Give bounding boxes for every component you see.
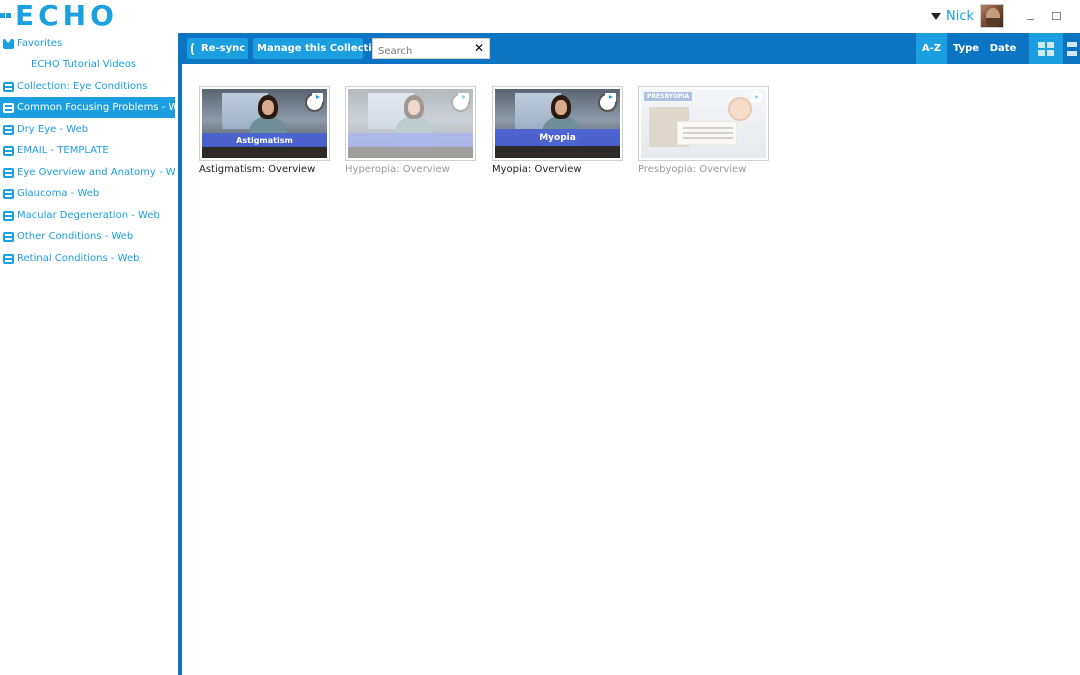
sidebar-item-label: Dry Eye - Web — [17, 124, 89, 135]
video-grid: Astigmatism Astigmatism: Overview Hypero… — [182, 64, 1080, 675]
sidebar-item-label: Macular Degeneration - Web — [17, 210, 160, 221]
folder-icon — [3, 231, 14, 242]
play-icon — [605, 93, 616, 102]
sidebar-item-dry-eye[interactable]: Dry Eye - Web — [0, 119, 175, 140]
search-box: ✕ — [372, 38, 490, 61]
avatar — [980, 4, 1004, 28]
sidebar-item-other-conditions[interactable]: Other Conditions - Web — [0, 226, 175, 247]
sort-az-label: A-Z — [921, 43, 942, 54]
resync-label: Re-sync — [201, 43, 246, 54]
resync-button[interactable]: Re-sync — [187, 38, 248, 59]
folder-icon — [3, 167, 14, 178]
sort-date[interactable]: Date — [986, 33, 1020, 64]
sidebar-item-label: ECHO Tutorial Videos — [31, 59, 137, 70]
play-icon — [751, 93, 762, 102]
thumbnail-banner: Astigmatism — [202, 133, 327, 147]
sidebar-item-favorites[interactable]: Favorites — [0, 33, 175, 54]
close-icon[interactable]: ✕ — [474, 41, 484, 55]
caret-down-icon — [930, 12, 941, 20]
echo-logo: ECHO — [0, 2, 118, 30]
sidebar-item-label: Glaucoma - Web — [17, 188, 100, 199]
video-card-hyperopia[interactable]: Hyperopia: Overview — [345, 86, 476, 175]
play-icon — [458, 93, 469, 102]
video-title: Hyperopia: Overview — [345, 164, 450, 175]
logo-text: ECHO — [15, 0, 118, 32]
list-view-icon — [1067, 41, 1077, 56]
sidebar-item-collection-eye-conditions[interactable]: Collection: Eye Conditions — [0, 76, 175, 97]
sidebar-item-email-template[interactable]: EMAIL - TEMPLATE — [0, 140, 175, 161]
sidebar-item-label: Other Conditions - Web — [17, 231, 134, 242]
maximize-icon[interactable] — [1046, 6, 1066, 26]
grid-view-button[interactable] — [1029, 33, 1063, 64]
sidebar-item-glaucoma[interactable]: Glaucoma - Web — [0, 183, 175, 204]
play-icon — [312, 93, 323, 102]
sidebar-item-macular-degeneration[interactable]: Macular Degeneration - Web — [0, 205, 175, 226]
user-area: Nick — [930, 4, 1066, 28]
toolbar: Re-sync Manage this Collection ✕ A-Z Typ… — [182, 33, 1080, 64]
grid-view-icon — [1038, 41, 1054, 56]
video-thumbnail: Astigmatism — [199, 86, 330, 161]
folder-icon — [3, 188, 14, 199]
sidebar-item-label: EMAIL - TEMPLATE — [17, 145, 109, 156]
sidebar-item-label: Eye Overview and Anatomy - Web — [17, 167, 175, 178]
refresh-icon — [191, 42, 195, 55]
thumbnail-banner — [348, 133, 473, 147]
video-thumbnail: Myopia — [492, 86, 623, 161]
sidebar-item-label: Common Focusing Problems - Web — [17, 102, 175, 113]
video-card-astigmatism[interactable]: Astigmatism Astigmatism: Overview — [199, 86, 330, 175]
folder-icon — [3, 81, 14, 92]
thumbnail-banner: Myopia — [495, 129, 620, 146]
folder-icon — [3, 102, 14, 113]
app-window: ECHO Nick Favorites ECHO Tutorial Videos… — [0, 0, 1080, 675]
sidebar-item-retinal-conditions[interactable]: Retinal Conditions - Web — [0, 248, 175, 269]
video-card-myopia[interactable]: Myopia Myopia: Overview — [492, 86, 623, 175]
sort-date-label: Date — [989, 43, 1017, 54]
manage-collection-label: Manage this Collection — [257, 43, 386, 54]
manage-collection-button[interactable]: Manage this Collection — [253, 38, 386, 59]
sidebar-item-label: Collection: Eye Conditions — [17, 81, 148, 92]
sidebar-item-common-focusing-problems[interactable]: Common Focusing Problems - Web — [0, 97, 175, 118]
user-menu[interactable]: Nick — [930, 4, 1014, 28]
video-title: Presbyopia: Overview — [638, 164, 747, 175]
folder-icon — [3, 210, 14, 221]
user-name: Nick — [945, 8, 974, 24]
title-bar: ECHO Nick — [0, 0, 1080, 32]
video-thumbnail: PRESBYOPIA — [638, 86, 769, 161]
video-title: Astigmatism: Overview — [199, 164, 316, 175]
sort-type-label: Type — [952, 43, 980, 54]
sort-type[interactable]: Type — [950, 33, 982, 64]
minimize-icon[interactable] — [1020, 6, 1040, 26]
list-view-button[interactable] — [1065, 33, 1080, 64]
sidebar-item-echo-tutorial-videos[interactable]: ECHO Tutorial Videos — [0, 54, 175, 75]
video-card-presbyopia[interactable]: PRESBYOPIA Presbyopia: Overview — [638, 86, 769, 175]
folder-icon — [3, 145, 14, 156]
sidebar-item-label: Retinal Conditions - Web — [17, 253, 140, 264]
logo-dots-icon — [0, 6, 12, 26]
thumbnail-banner: PRESBYOPIA — [644, 92, 693, 101]
video-thumbnail — [345, 86, 476, 161]
search-input[interactable] — [373, 42, 473, 61]
sort-az[interactable]: A-Z — [916, 33, 947, 64]
heart-icon — [3, 36, 14, 49]
sidebar-item-eye-overview-anatomy[interactable]: Eye Overview and Anatomy - Web — [0, 162, 175, 183]
sidebar-item-label: Favorites — [17, 38, 63, 49]
folder-icon — [3, 124, 14, 135]
sidebar: Favorites ECHO Tutorial Videos Collectio… — [0, 33, 178, 675]
folder-icon — [3, 253, 14, 264]
video-title: Myopia: Overview — [492, 164, 582, 175]
